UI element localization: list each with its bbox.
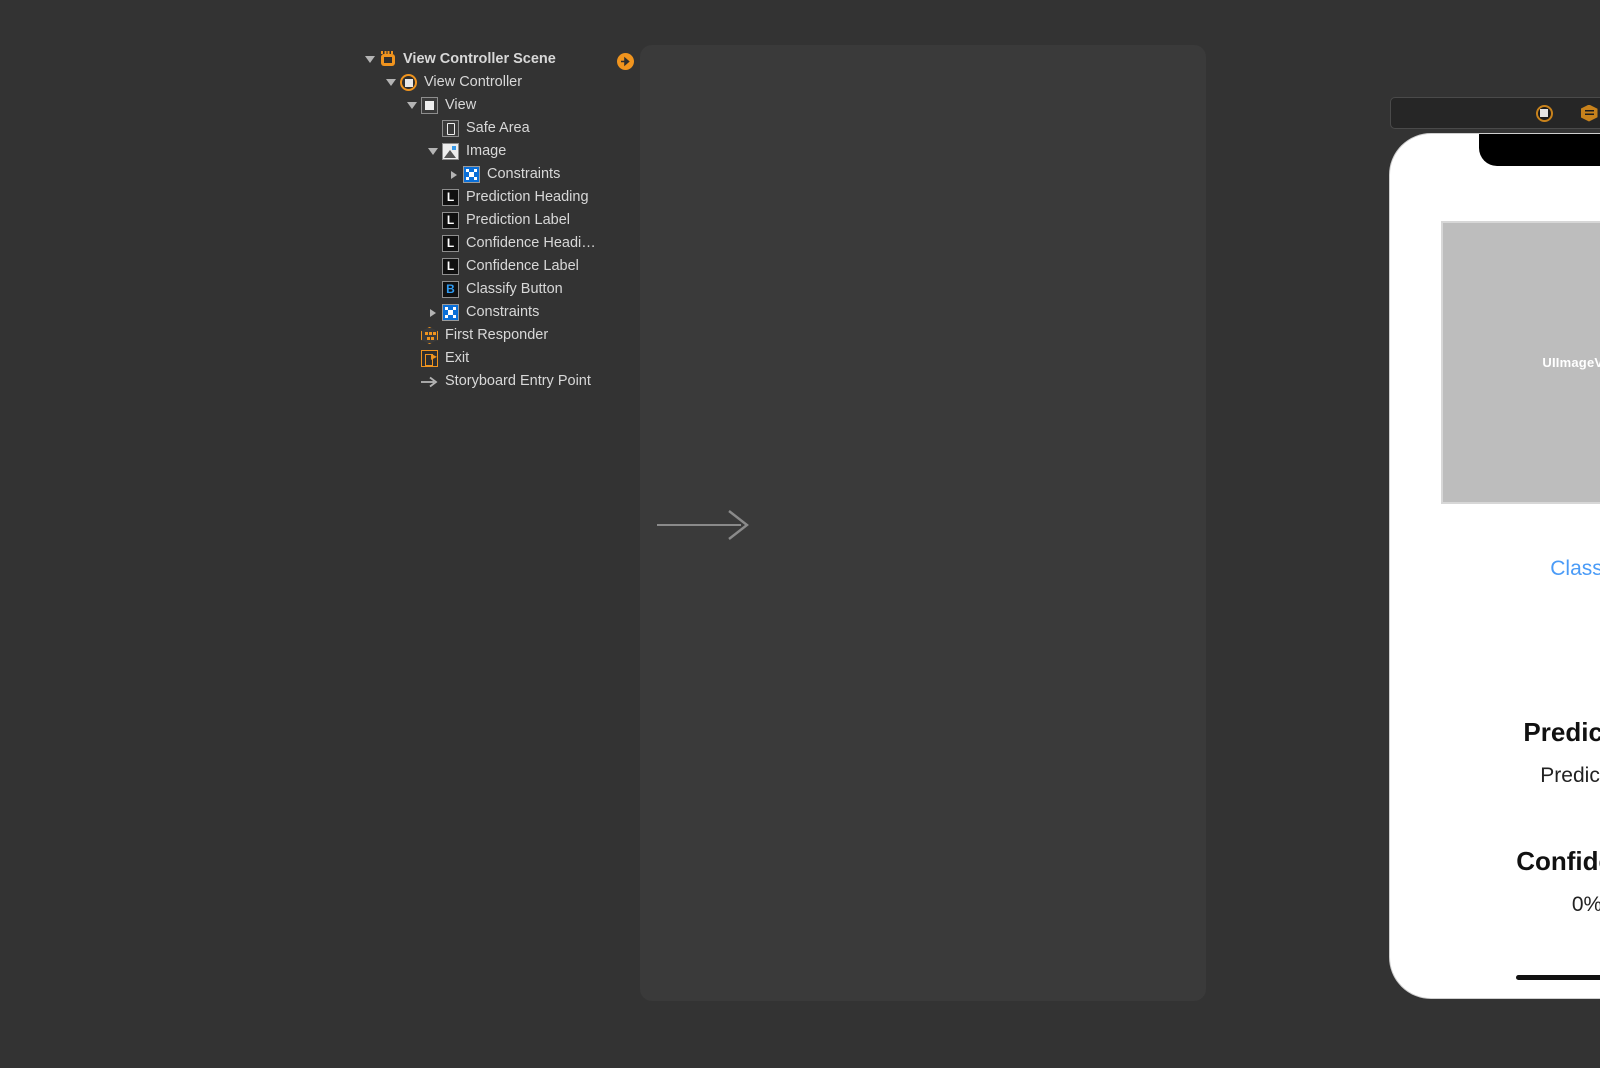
first-responder-icon[interactable]	[1580, 104, 1599, 123]
outline-row-label: Safe Area	[466, 120, 530, 136]
outline-row[interactable]: L Confidence Label	[362, 255, 642, 278]
chevron-right-icon	[451, 170, 457, 179]
outline-row-label: Image	[466, 143, 507, 159]
device-notch	[1479, 134, 1600, 166]
chevron-down-icon	[365, 56, 375, 63]
label-icon: L	[442, 212, 459, 229]
first-responder-icon-wrap	[420, 326, 439, 345]
disclosure-triangle[interactable]	[404, 94, 420, 117]
outline-row-label: Classify Button	[466, 281, 563, 297]
label-icon: L	[442, 258, 459, 275]
prediction-label: Prediction	[1540, 764, 1600, 787]
xcode-interface-builder: View Controller Scene View Controller View…	[0, 0, 1600, 1068]
exit-icon-wrap	[420, 349, 439, 368]
outline-row-label: View Controller Scene	[403, 51, 556, 67]
outline-row-label: Exit	[445, 350, 470, 366]
label-icon-wrap: L	[441, 257, 460, 276]
outline-row[interactable]: Storyboard Entry Point	[362, 370, 642, 393]
label-icon-wrap: L	[441, 211, 460, 230]
outline-row[interactable]: Exit	[362, 347, 642, 370]
constraints-icon-wrap	[441, 303, 460, 322]
safe-area-icon-wrap	[441, 119, 460, 138]
exit-icon	[421, 349, 438, 367]
image-view-placeholder-label: UIImageView	[1542, 355, 1600, 370]
confidence-heading: Confidence	[1516, 846, 1600, 876]
iphone-device-preview[interactable]: UIImageView Classify Prediction Predicti…	[1389, 133, 1600, 999]
outline-row[interactable]: Image	[362, 140, 642, 163]
outline-row-label: Confidence Headi…	[466, 235, 596, 251]
chevron-right-icon	[430, 308, 436, 317]
storyboard-entry-arrow-icon	[657, 510, 749, 540]
constraints-icon	[463, 166, 480, 183]
safe-area-icon	[442, 120, 459, 137]
disclosure-triangle[interactable]	[425, 301, 441, 324]
outline-row-label: Prediction Heading	[466, 189, 589, 205]
constraints-icon-wrap	[462, 165, 481, 184]
outline-row-label: First Responder	[445, 327, 549, 343]
chevron-down-icon	[407, 102, 417, 109]
outline-row-label: Prediction Label	[466, 212, 570, 228]
outline-row[interactable]: L Prediction Label	[362, 209, 642, 232]
disclosure-triangle[interactable]	[362, 48, 378, 71]
prediction-heading: Prediction	[1523, 717, 1600, 747]
label-icon: L	[442, 235, 459, 252]
first-responder-icon	[421, 327, 438, 344]
view-controller-icon-wrap	[399, 73, 418, 92]
scene-icon	[380, 51, 395, 66]
scene-icon-wrap	[378, 50, 397, 69]
outline-row[interactable]: Constraints	[362, 301, 642, 324]
chevron-down-icon	[386, 79, 396, 86]
outline-row[interactable]: Constraints	[362, 163, 642, 186]
view-controller-icon	[400, 74, 417, 91]
outline-row-label: View Controller	[424, 74, 523, 90]
label-icon-wrap: L	[441, 234, 460, 253]
view-icon	[421, 97, 438, 114]
label-icon-wrap: L	[441, 188, 460, 207]
label-icon: L	[442, 189, 459, 206]
disclosure-triangle[interactable]	[383, 71, 399, 94]
entry-point-arrow-icon	[420, 372, 439, 391]
chevron-down-icon	[428, 148, 438, 155]
entry-point-arrow-icon	[621, 56, 630, 67]
outline-row[interactable]: L Confidence Headi…	[362, 232, 642, 255]
disclosure-triangle[interactable]	[446, 163, 462, 186]
image-view-icon-wrap	[441, 142, 460, 161]
classify-button[interactable]: Classify	[1390, 557, 1600, 581]
outline-row[interactable]: First Responder	[362, 324, 642, 347]
outline-row[interactable]: View Controller	[362, 71, 642, 94]
image-view-icon	[442, 143, 459, 160]
outline-row[interactable]: Safe Area	[362, 117, 642, 140]
scene-entry-point-badge[interactable]	[617, 53, 634, 70]
outline-row-label: Storyboard Entry Point	[445, 373, 591, 389]
scene-dock-toolbar[interactable]	[1390, 97, 1600, 129]
constraints-icon	[442, 304, 459, 321]
confidence-label: 0%	[1571, 893, 1600, 916]
outline-row-label: View	[445, 97, 477, 113]
outline-row-label: Confidence Label	[466, 258, 579, 274]
button-icon: B	[442, 281, 459, 298]
home-indicator	[1516, 975, 1600, 980]
outline-row[interactable]: B Classify Button	[362, 278, 642, 301]
outline-row[interactable]: View Controller Scene	[362, 48, 642, 71]
image-view[interactable]: UIImageView	[1441, 221, 1600, 504]
outline-row-label: Constraints	[487, 166, 561, 182]
disclosure-triangle[interactable]	[425, 140, 441, 163]
outline-row[interactable]: L Prediction Heading	[362, 186, 642, 209]
button-icon-wrap: B	[441, 280, 460, 299]
document-outline: View Controller Scene View Controller View…	[362, 48, 642, 393]
entry-point-arrow-icon-wrap	[420, 372, 439, 391]
view-icon-wrap	[420, 96, 439, 115]
outline-row-label: Constraints	[466, 304, 540, 320]
outline-row[interactable]: View	[362, 94, 642, 117]
view-controller-icon[interactable]	[1535, 104, 1554, 123]
